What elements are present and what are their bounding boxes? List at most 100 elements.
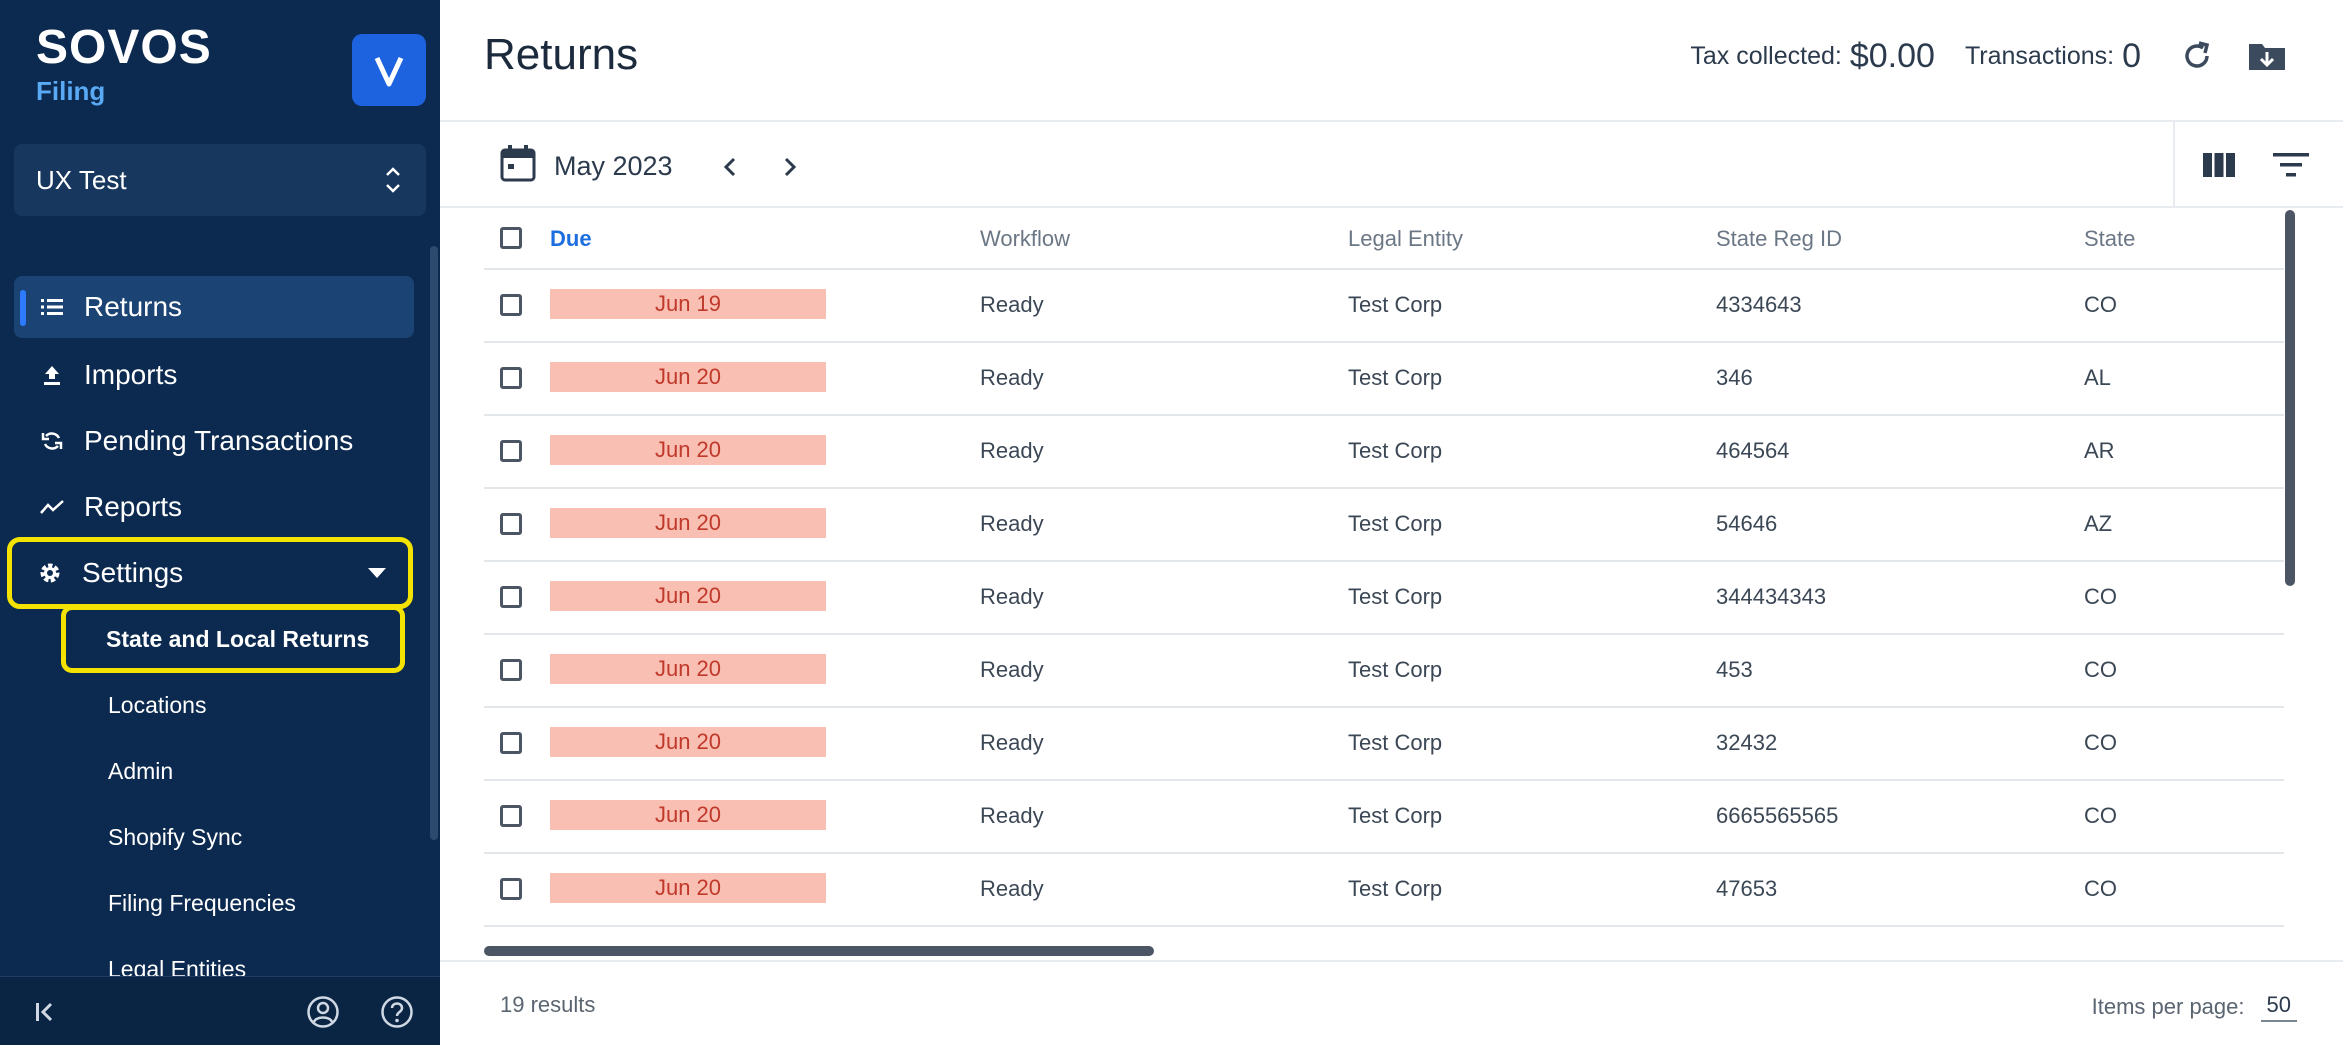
select-all-checkbox[interactable] — [500, 227, 522, 249]
legal-entity-cell: Test Corp — [1348, 584, 1443, 609]
previous-period-button[interactable] — [719, 156, 741, 178]
table-row[interactable]: Jun 20 Ready Test Corp 6665565565 CO — [484, 781, 2284, 854]
workflow-cell: Ready — [980, 438, 1044, 463]
workflow-cell: Ready — [980, 365, 1044, 390]
next-period-button[interactable] — [779, 156, 801, 178]
row-checkbox[interactable] — [500, 513, 522, 535]
caret-down-icon — [368, 568, 386, 578]
table-row[interactable]: Jun 20 Ready Test Corp 344434343 CO — [484, 562, 2284, 635]
state-cell: AL — [2084, 365, 2111, 390]
nav-item-reports[interactable]: Reports — [14, 476, 414, 538]
row-checkbox[interactable] — [500, 294, 522, 316]
legal-entity-cell: Test Corp — [1348, 657, 1443, 682]
refresh-icon — [2185, 41, 2210, 68]
legal-entity-cell: Test Corp — [1348, 438, 1443, 463]
app-switcher-button[interactable] — [352, 34, 426, 106]
sub-item-locations[interactable]: Locations — [66, 676, 206, 734]
columns-button[interactable] — [2183, 135, 2255, 195]
state-reg-id-cell: 6665565565 — [1716, 803, 1839, 828]
state-reg-id-cell: 344434343 — [1716, 584, 1827, 609]
sub-item-filing-frequencies[interactable]: Filing Frequencies — [66, 874, 296, 932]
nav-label: Pending Transactions — [84, 425, 354, 456]
due-date-badge: Jun 20 — [550, 800, 826, 830]
row-checkbox[interactable] — [500, 440, 522, 462]
nav-label: Settings — [82, 557, 184, 588]
account-button[interactable] — [302, 991, 344, 1033]
table-vertical-scrollbar[interactable] — [2285, 210, 2295, 586]
nav-item-pending-transactions[interactable]: Pending Transactions — [14, 410, 414, 472]
table-row[interactable]: Jun 20 Ready Test Corp 464564 AR — [484, 416, 2284, 489]
due-date-badge: Jun 20 — [550, 727, 826, 757]
nav-label: Imports — [84, 359, 178, 390]
page-title: Returns — [484, 30, 639, 79]
nav-item-imports[interactable]: Imports — [14, 344, 414, 406]
column-header-legal-entity[interactable]: Legal Entity — [1348, 226, 1463, 252]
column-header-state-reg-id[interactable]: State Reg ID — [1716, 226, 1842, 252]
sub-item-shopify-sync[interactable]: Shopify Sync — [66, 808, 242, 866]
row-checkbox[interactable] — [500, 732, 522, 754]
workflow-cell: Ready — [980, 803, 1044, 828]
nav-item-returns[interactable]: Returns — [14, 276, 414, 338]
collapse-sidebar-button[interactable] — [24, 991, 66, 1033]
state-reg-id-cell: 4334643 — [1716, 292, 1802, 317]
row-checkbox[interactable] — [500, 367, 522, 389]
sidebar-scrollbar[interactable] — [430, 246, 438, 840]
due-date-badge: Jun 20 — [550, 508, 826, 538]
filter-button[interactable] — [2255, 135, 2327, 195]
row-checkbox[interactable] — [500, 805, 522, 827]
help-button[interactable] — [376, 991, 418, 1033]
table-row[interactable]: Jun 20 Ready Test Corp 453 CO — [484, 635, 2284, 708]
sub-item-admin[interactable]: Admin — [66, 742, 173, 800]
due-date-badge: Jun 20 — [550, 654, 826, 684]
table-row[interactable]: Jun 20 Ready Test Corp 54646 AZ — [484, 489, 2284, 562]
sub-item-state-and-local-returns[interactable]: State and Local Returns — [61, 605, 405, 673]
column-header-state[interactable]: State — [2084, 226, 2135, 252]
toolbar: May 2023 — [440, 122, 2343, 208]
legal-entity-cell: Test Corp — [1348, 292, 1443, 317]
column-header-workflow[interactable]: Workflow — [980, 226, 1070, 252]
sub-item-label: Filing Frequencies — [108, 889, 296, 916]
row-checkbox[interactable] — [500, 878, 522, 900]
nav-label: Reports — [84, 491, 183, 522]
state-reg-id-cell: 54646 — [1716, 511, 1778, 536]
nav-item-settings[interactable]: Settings — [7, 537, 413, 609]
download-folder-button[interactable] — [2245, 34, 2289, 78]
workflow-cell: Ready — [980, 584, 1044, 609]
user-circle-icon — [307, 996, 339, 1028]
due-date-badge: Jun 20 — [550, 873, 826, 903]
upload-icon — [38, 364, 66, 386]
workflow-cell: Ready — [980, 730, 1044, 755]
row-checkbox[interactable] — [500, 586, 522, 608]
table-horizontal-scrollbar[interactable] — [484, 946, 1154, 956]
table-row[interactable]: Jun 20 Ready Test Corp 32432 CO — [484, 708, 2284, 781]
state-reg-id-cell: 32432 — [1716, 730, 1778, 755]
due-date-badge: Jun 20 — [550, 435, 826, 465]
sidebar-footer — [0, 976, 440, 1045]
table-row[interactable]: Jun 20 Ready Test Corp 346 AL — [484, 343, 2284, 416]
sub-item-label: Admin — [108, 757, 174, 784]
table-row[interactable]: Jun 20 Ready Test Corp 47653 CO — [484, 854, 2284, 927]
v-logo-icon — [374, 56, 404, 87]
state-cell: AZ — [2084, 511, 2113, 536]
items-per-page: Items per page: 50 — [2092, 992, 2297, 1022]
gear-icon — [36, 560, 64, 586]
product-name: Filing — [36, 76, 106, 106]
tax-collected-value: $0.00 — [1849, 36, 1935, 75]
legal-entity-cell: Test Corp — [1348, 730, 1443, 755]
due-date-badge: Jun 20 — [550, 581, 826, 611]
table-row[interactable]: Jun 19 Ready Test Corp 4334643 CO — [484, 270, 2284, 343]
state-reg-id-cell: 47653 — [1716, 876, 1778, 901]
refresh-button[interactable] — [2175, 34, 2219, 78]
row-checkbox[interactable] — [500, 659, 522, 681]
items-per-page-label: Items per page: — [2091, 994, 2245, 1019]
list-icon — [38, 298, 66, 316]
state-cell: CO — [2084, 876, 2117, 901]
legal-entity-cell: Test Corp — [1348, 511, 1443, 536]
items-per-page-select[interactable]: 50 — [2260, 992, 2297, 1022]
header-stats: Tax collected: $0.00 Transactions: 0 — [1690, 34, 2289, 78]
period-picker[interactable]: May 2023 — [500, 144, 801, 189]
org-selector[interactable]: UX Test — [14, 144, 426, 216]
column-header-due[interactable]: Due — [550, 226, 592, 252]
chevron-right-icon — [784, 157, 796, 176]
legal-entity-cell: Test Corp — [1348, 876, 1443, 901]
